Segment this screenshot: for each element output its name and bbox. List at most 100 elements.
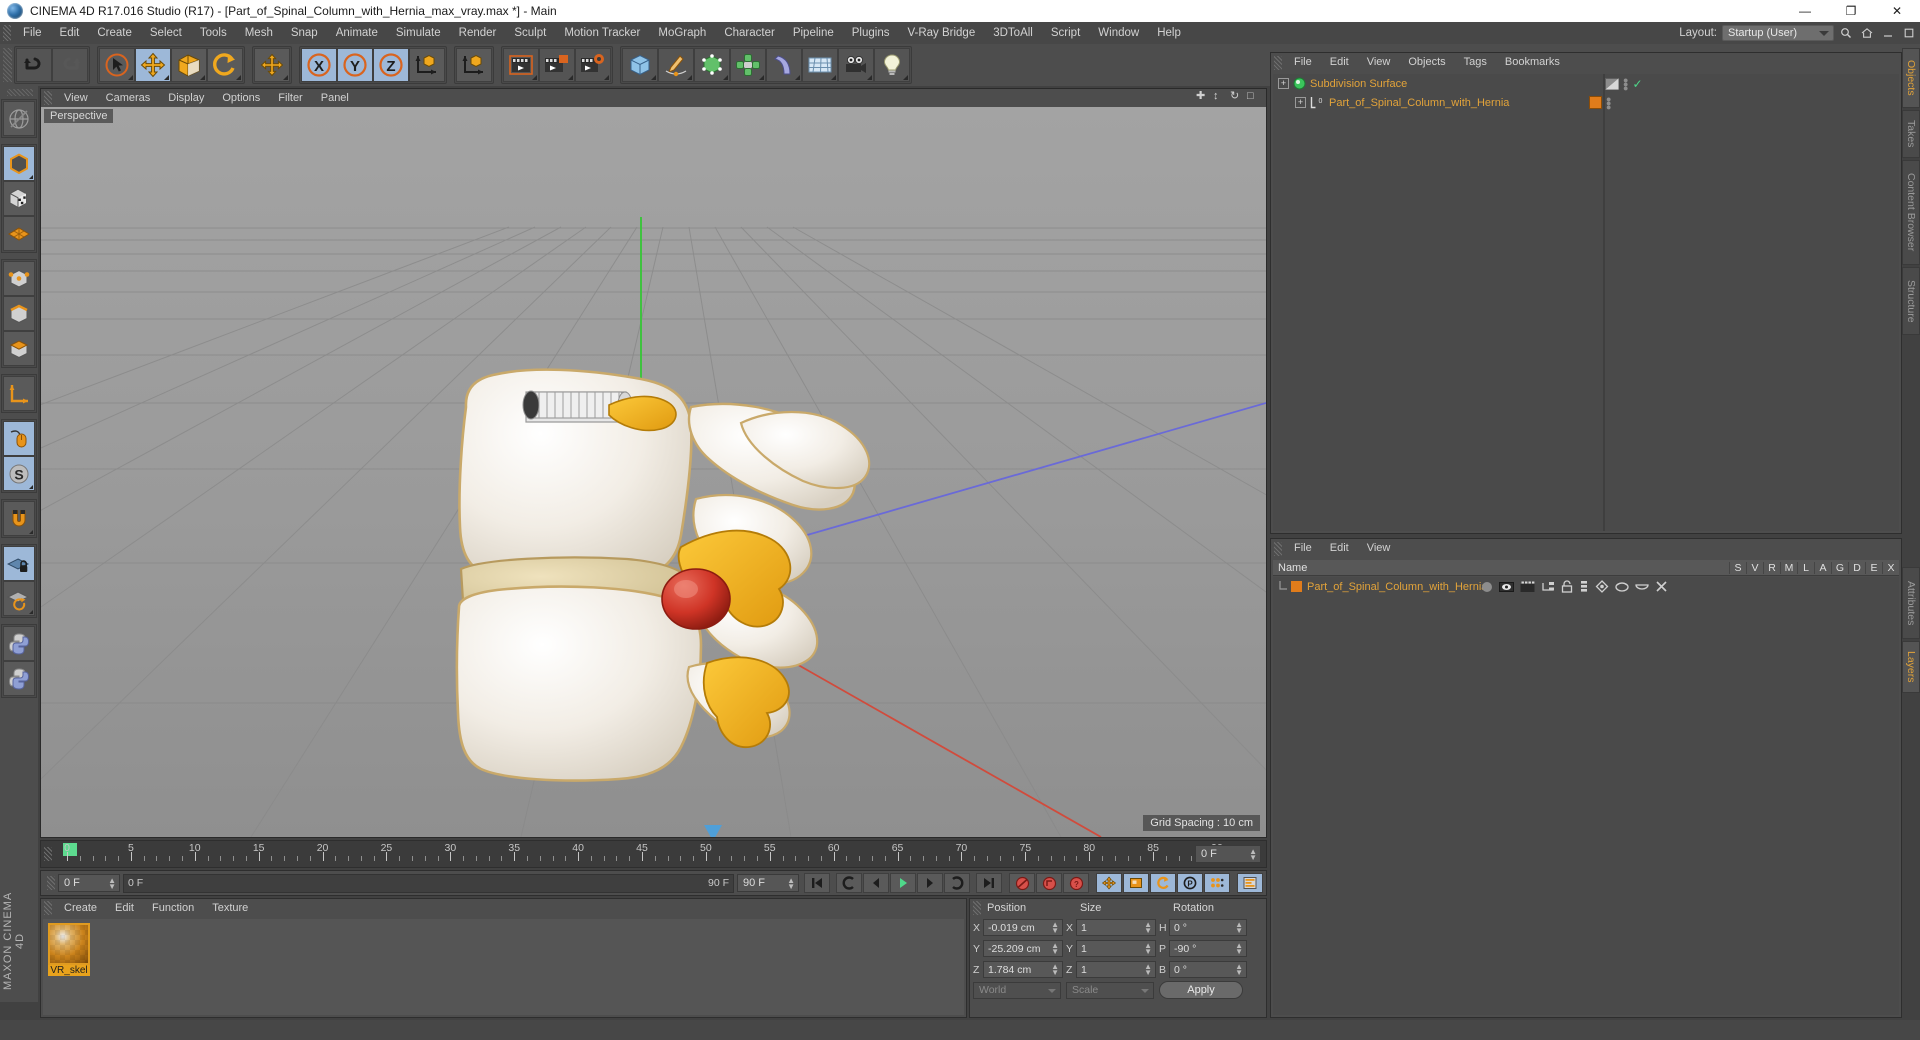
- points-mode-button[interactable]: [3, 261, 35, 296]
- position-key-button[interactable]: [1096, 873, 1122, 893]
- keyframe-selection-button[interactable]: ?: [1063, 873, 1089, 893]
- close-button[interactable]: ✕: [1874, 0, 1920, 22]
- viewport-menu-cameras[interactable]: Cameras: [97, 89, 160, 107]
- autokeying-button[interactable]: [1036, 873, 1062, 893]
- tab-structure[interactable]: Structure: [1902, 267, 1920, 335]
- toolbar-grip[interactable]: [3, 48, 12, 82]
- menu-window[interactable]: Window: [1089, 22, 1148, 44]
- expression-icon[interactable]: [1635, 580, 1649, 593]
- menu-sculpt[interactable]: Sculpt: [505, 22, 555, 44]
- workplane-rotate-button[interactable]: [3, 581, 35, 616]
- tag-dots-icon[interactable]: ● ● ●: [1606, 94, 1611, 111]
- render-to-picture-viewer-button[interactable]: [539, 48, 575, 82]
- tab-takes[interactable]: Takes: [1902, 110, 1920, 158]
- layer-col-d[interactable]: D: [1848, 561, 1865, 574]
- go-to-start-button[interactable]: [804, 873, 830, 893]
- timeline-track[interactable]: 051015202530354045505560657075808590: [55, 841, 1223, 867]
- spinner-icon[interactable]: ▲ ▼: [108, 877, 116, 891]
- layer-col-s[interactable]: S: [1729, 561, 1746, 574]
- transform-mode-select[interactable]: Scale: [1066, 981, 1154, 999]
- deformer-icon[interactable]: [1615, 580, 1629, 593]
- menu-file[interactable]: File: [14, 22, 51, 44]
- menu-mograph[interactable]: MoGraph: [649, 22, 715, 44]
- global-local-move-button[interactable]: [254, 48, 290, 82]
- powerslider-range-bar[interactable]: 0 F 90 F: [123, 873, 734, 893]
- viewport-menu-view[interactable]: View: [55, 89, 97, 107]
- spinner-icon[interactable]: ▲ ▼: [787, 877, 795, 891]
- menu-create[interactable]: Create: [88, 22, 141, 44]
- powerslider-current-frame[interactable]: 0 F ▲ ▼: [58, 874, 120, 892]
- material-menu-edit[interactable]: Edit: [106, 899, 143, 917]
- spinner-icon[interactable]: ▲ ▼: [1144, 921, 1152, 935]
- add-environment-button[interactable]: [802, 48, 838, 82]
- previous-keyframe-button[interactable]: [836, 873, 862, 893]
- menubar-grip[interactable]: [3, 25, 11, 41]
- material-manager-body[interactable]: VR_skel: [43, 919, 964, 1015]
- home-icon[interactable]: [1858, 24, 1876, 42]
- select-tool-button[interactable]: [99, 48, 135, 82]
- viewport-3d[interactable]: Y X Z Perspective Grid Spacing : 10 cm: [41, 107, 1266, 837]
- display-tag-icon[interactable]: [1605, 77, 1619, 90]
- menu-3dtoall[interactable]: 3DToAll: [984, 22, 1042, 44]
- texture-mode-button[interactable]: [3, 181, 35, 216]
- show-timeline-button[interactable]: [1237, 873, 1263, 893]
- rotation-b-input[interactable]: 0 ° ▲ ▼: [1169, 961, 1247, 978]
- viewport-menu-filter[interactable]: Filter: [269, 89, 311, 107]
- animation-icon[interactable]: [1579, 580, 1589, 593]
- redo-button[interactable]: [52, 48, 88, 82]
- menu-character[interactable]: Character: [715, 22, 784, 44]
- object-menu-tags[interactable]: Tags: [1455, 53, 1496, 72]
- menu-snap[interactable]: Snap: [282, 22, 327, 44]
- render-view-button[interactable]: [503, 48, 539, 82]
- play-button[interactable]: [890, 873, 916, 893]
- lock-y-axis-button[interactable]: Y: [337, 48, 373, 82]
- layer-col-m[interactable]: M: [1780, 561, 1797, 574]
- object-row-subdivision-surface[interactable]: + Subdivision Surface ● ● ● ✓: [1273, 74, 1899, 93]
- xref-icon[interactable]: [1655, 580, 1668, 593]
- expand-icon[interactable]: +: [1295, 97, 1306, 108]
- powerslider-end-frame[interactable]: 90 F ▲ ▼: [737, 874, 799, 892]
- layer-col-v[interactable]: V: [1746, 561, 1763, 574]
- viewport-grip[interactable]: [44, 91, 52, 105]
- rotation-p-input[interactable]: -90 ° ▲ ▼: [1169, 940, 1247, 957]
- next-keyframe-button[interactable]: [944, 873, 970, 893]
- layer-col-r[interactable]: R: [1763, 561, 1780, 574]
- apply-button[interactable]: Apply: [1159, 981, 1243, 999]
- lock-x-axis-button[interactable]: X: [301, 48, 337, 82]
- add-bend-deformer-button[interactable]: [766, 48, 802, 82]
- pan-icon[interactable]: ✚: [1196, 90, 1209, 103]
- magnet-tool-button[interactable]: [3, 501, 35, 536]
- spinner-icon[interactable]: ▲ ▼: [1249, 848, 1257, 862]
- solo-icon[interactable]: [1481, 581, 1493, 593]
- spinner-icon[interactable]: ▲ ▼: [1051, 963, 1059, 977]
- minimize-button[interactable]: —: [1782, 0, 1828, 22]
- add-generator-button[interactable]: [694, 48, 730, 82]
- object-manager-tree[interactable]: + Subdivision Surface ●●● ✓ + 0 Part_o: [1273, 74, 1899, 531]
- spinner-icon[interactable]: ▲ ▼: [1235, 942, 1243, 956]
- point-level-animation-button[interactable]: [1204, 873, 1230, 893]
- object-manager-grip[interactable]: [1274, 55, 1282, 70]
- enabled-check-icon[interactable]: ✓: [1632, 77, 1642, 91]
- workplane-mode-button[interactable]: [3, 216, 35, 251]
- spinner-icon[interactable]: ▲ ▼: [1051, 921, 1059, 935]
- snap-button[interactable]: S: [3, 456, 35, 491]
- maximize-view-icon[interactable]: □: [1247, 90, 1260, 103]
- menu-render[interactable]: Render: [450, 22, 506, 44]
- coordinate-system-select[interactable]: World: [973, 981, 1061, 999]
- position-z-input[interactable]: 1.784 cm ▲ ▼: [983, 961, 1063, 978]
- layer-color-swatch[interactable]: [1291, 581, 1302, 592]
- viewport-menu-panel[interactable]: Panel: [312, 89, 358, 107]
- object-menu-objects[interactable]: Objects: [1399, 53, 1454, 72]
- left-toolbar-grip[interactable]: [6, 89, 33, 96]
- step-forward-button[interactable]: [917, 873, 943, 893]
- powerslider-grip[interactable]: [47, 876, 55, 890]
- tab-layers[interactable]: Layers: [1902, 641, 1920, 693]
- menu-edit[interactable]: Edit: [51, 22, 89, 44]
- size-z-input[interactable]: 1 ▲ ▼: [1076, 961, 1156, 978]
- add-spline-button[interactable]: [658, 48, 694, 82]
- coordinates-grip[interactable]: [973, 901, 981, 915]
- workplane-lock-button[interactable]: [3, 546, 35, 581]
- record-active-objects-button[interactable]: [1009, 873, 1035, 893]
- object-menu-file[interactable]: File: [1285, 53, 1321, 72]
- add-deformer-button[interactable]: [730, 48, 766, 82]
